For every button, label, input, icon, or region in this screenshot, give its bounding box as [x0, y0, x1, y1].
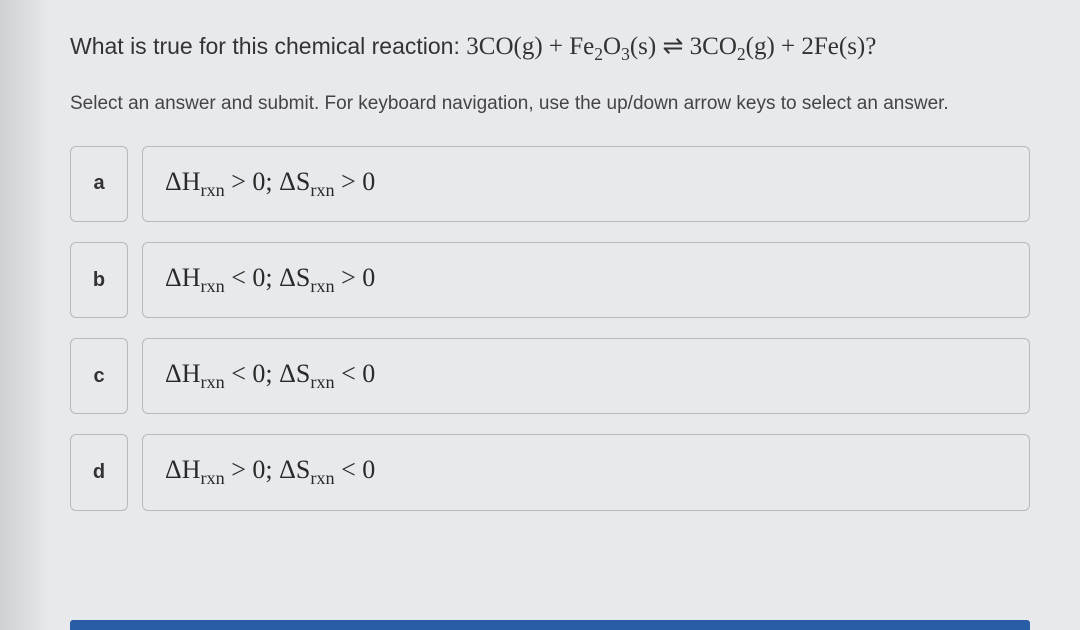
option-label-b: b: [70, 242, 128, 318]
option-content-a: ΔHrxn > 0; ΔSrxn > 0: [142, 146, 1030, 222]
options-list: a ΔHrxn > 0; ΔSrxn > 0 b ΔHrxn < 0; ΔSrx…: [70, 146, 1030, 511]
option-content-d: ΔHrxn > 0; ΔSrxn < 0: [142, 434, 1030, 510]
option-c[interactable]: c ΔHrxn < 0; ΔSrxn < 0: [70, 338, 1030, 414]
question-prefix: What is true for this chemical reaction:: [70, 33, 466, 59]
question-text: What is true for this chemical reaction:…: [70, 28, 1030, 67]
question-equation: 3CO(g) + Fe2O3(s) ⇌ 3CO2(g) + 2Fe(s)?: [466, 33, 876, 60]
page-shadow: [0, 0, 50, 630]
instruction-text: Select an answer and submit. For keyboar…: [70, 91, 1030, 118]
option-content-c: ΔHrxn < 0; ΔSrxn < 0: [142, 338, 1030, 414]
option-a[interactable]: a ΔHrxn > 0; ΔSrxn > 0: [70, 146, 1030, 222]
option-label-c: c: [70, 338, 128, 414]
option-label-d: d: [70, 434, 128, 510]
option-b[interactable]: b ΔHrxn < 0; ΔSrxn > 0: [70, 242, 1030, 318]
option-content-b: ΔHrxn < 0; ΔSrxn > 0: [142, 242, 1030, 318]
option-d[interactable]: d ΔHrxn > 0; ΔSrxn < 0: [70, 434, 1030, 510]
option-label-a: a: [70, 146, 128, 222]
progress-bar: [70, 620, 1030, 630]
